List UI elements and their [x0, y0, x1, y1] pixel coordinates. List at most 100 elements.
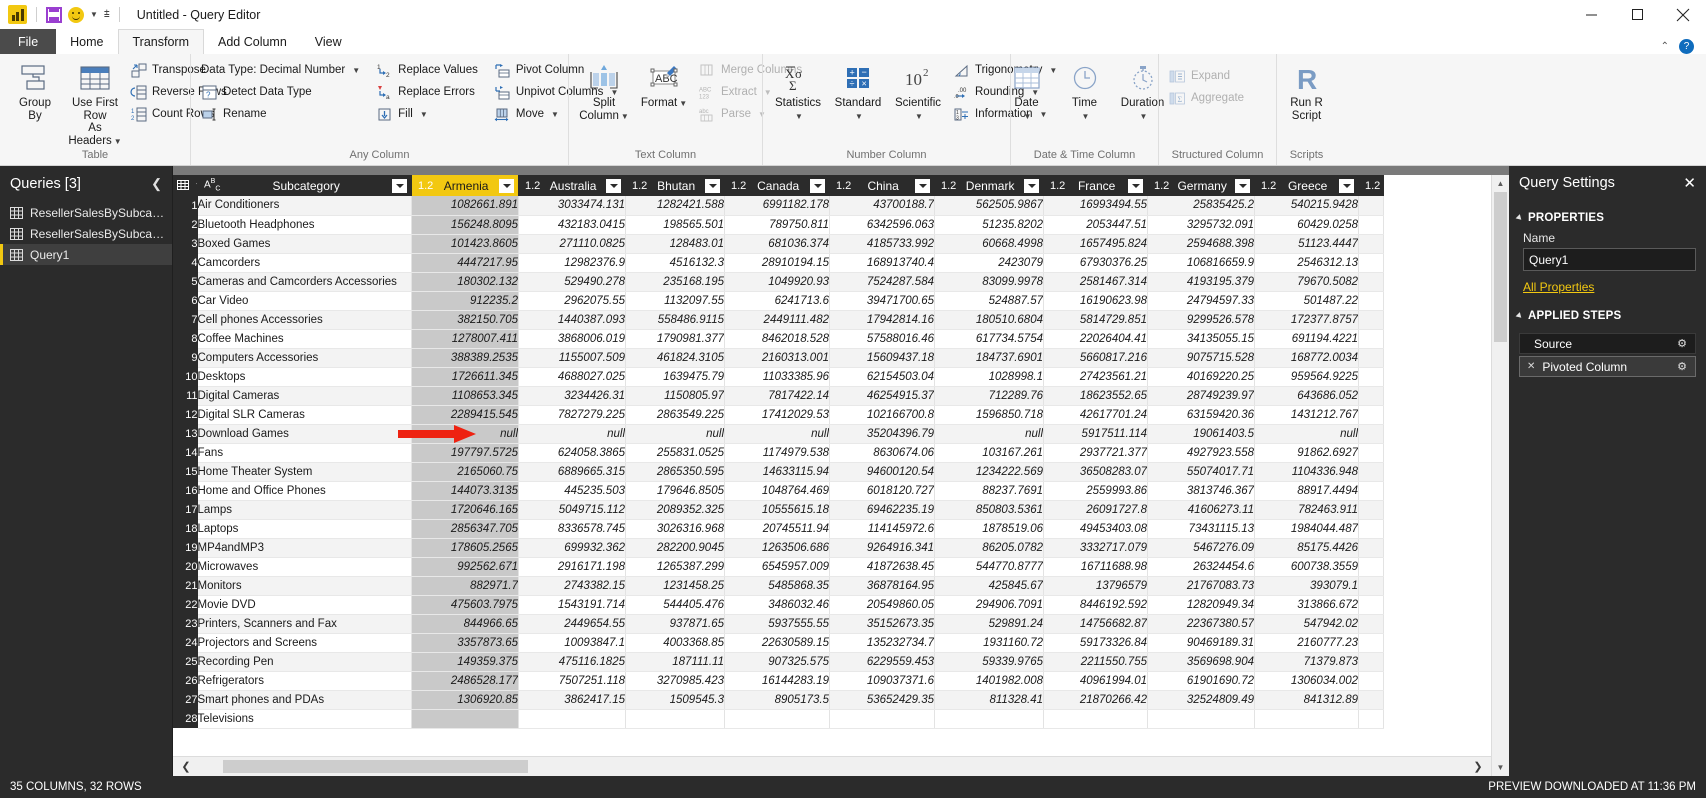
table-cell[interactable]: 1048764.469: [724, 481, 830, 501]
table-cell[interactable]: 2743382.15: [518, 576, 626, 596]
chevron-down-icon[interactable]: ▼: [1492, 759, 1509, 776]
row-number[interactable]: 10: [173, 367, 198, 386]
table-cell[interactable]: [1358, 690, 1384, 710]
table-cell[interactable]: 149359.375: [411, 652, 519, 672]
column-header-france[interactable]: 1.2 France: [1043, 175, 1148, 196]
column-type-icon[interactable]: 1.2: [525, 180, 540, 192]
table-cell[interactable]: 51123.4447: [1254, 234, 1359, 254]
table-cell[interactable]: 40961994.01: [1043, 671, 1148, 691]
table-cell[interactable]: 102166700.8: [829, 405, 935, 425]
table-cell[interactable]: 60668.4998: [934, 234, 1044, 254]
table-cell[interactable]: 79670.5082: [1254, 272, 1359, 292]
table-cell[interactable]: 62154503.04: [829, 367, 935, 387]
row-number[interactable]: 9: [173, 348, 198, 367]
column-filter-icon[interactable]: [705, 178, 720, 193]
table-cell[interactable]: 4447217.95: [411, 253, 519, 273]
table-cell[interactable]: [518, 709, 626, 729]
table-cell[interactable]: 562505.9867: [934, 196, 1044, 216]
table-row[interactable]: 8 Coffee Machines 1278007.411 3868006.019 17…: [173, 329, 1384, 349]
table-cell[interactable]: 1639475.79: [625, 367, 725, 387]
table-cell[interactable]: 3026316.968: [625, 519, 725, 539]
smiley-face-icon[interactable]: [68, 6, 84, 23]
detect-data-type-button[interactable]: ? Detect Data Type: [197, 82, 364, 102]
table-cell[interactable]: 26091727.8: [1043, 500, 1148, 520]
column-header-greece[interactable]: 1.2 Greece: [1254, 175, 1359, 196]
close-icon[interactable]: ✕: [1683, 174, 1696, 192]
table-cell[interactable]: 180510.6804: [934, 310, 1044, 330]
table-cell[interactable]: 4003368.85: [625, 633, 725, 653]
column-filter-icon[interactable]: [1128, 178, 1143, 193]
table-cell[interactable]: 540215.9428: [1254, 196, 1359, 216]
table-row[interactable]: 21 Monitors 882971.7 2743382.15 1231458.25 54…: [173, 576, 1384, 596]
delete-step-icon[interactable]: ✕: [1527, 361, 1535, 372]
table-cell[interactable]: [625, 709, 725, 729]
table-row[interactable]: 16 Home and Office Phones 144073.3135 44523…: [173, 481, 1384, 501]
table-cell[interactable]: 17412029.53: [724, 405, 830, 425]
table-cell[interactable]: 8630674.06: [829, 443, 935, 463]
table-cell[interactable]: 2449111.482: [724, 310, 830, 330]
table-cell[interactable]: 28910194.15: [724, 253, 830, 273]
column-filter-icon[interactable]: [499, 178, 514, 193]
table-cell[interactable]: Download Games: [197, 424, 412, 444]
table-cell[interactable]: Boxed Games: [197, 234, 412, 254]
table-cell[interactable]: 85175.4426: [1254, 538, 1359, 558]
row-number[interactable]: 2: [173, 215, 198, 234]
table-cell[interactable]: 882971.7: [411, 576, 519, 596]
table-cell[interactable]: 35204396.79: [829, 424, 935, 444]
statistics-button[interactable]: X σ Σ Statistics ▼: [769, 58, 827, 123]
table-cell[interactable]: 2289415.545: [411, 405, 519, 425]
chevron-up-icon[interactable]: ⌃: [1661, 41, 1669, 52]
table-cell[interactable]: 2581467.314: [1043, 272, 1148, 292]
table-cell[interactable]: 21870266.42: [1043, 690, 1148, 710]
table-cell[interactable]: 34135055.15: [1147, 329, 1255, 349]
date-button[interactable]: Date ▼: [998, 58, 1056, 123]
table-cell[interactable]: 1931160.72: [934, 633, 1044, 653]
table-cell[interactable]: 2486528.177: [411, 671, 519, 691]
chevron-down-icon[interactable]: ▼: [114, 137, 122, 146]
table-cell[interactable]: Lamps: [197, 500, 412, 520]
row-number[interactable]: 11: [173, 386, 198, 405]
table-cell[interactable]: 4185733.992: [829, 234, 935, 254]
table-cell[interactable]: 811328.41: [934, 690, 1044, 710]
table-cell[interactable]: 101423.8605: [411, 234, 519, 254]
table-cell[interactable]: Car Video: [197, 291, 412, 311]
table-cell[interactable]: 60429.0258: [1254, 215, 1359, 235]
table-cell[interactable]: 2546312.13: [1254, 253, 1359, 273]
row-number[interactable]: 27: [173, 690, 198, 709]
table-cell[interactable]: null: [411, 424, 519, 444]
column-type-icon[interactable]: 1.2: [1154, 180, 1169, 192]
help-icon[interactable]: ?: [1679, 39, 1694, 54]
table-cell[interactable]: 2160777.23: [1254, 633, 1359, 653]
chevron-down-icon[interactable]: ▼: [1024, 112, 1032, 121]
table-cell[interactable]: 172377.8757: [1254, 310, 1359, 330]
column-header-germany[interactable]: 1.2 Germany: [1147, 175, 1255, 196]
table-cell[interactable]: null: [934, 424, 1044, 444]
column-type-icon[interactable]: 1.2: [1365, 180, 1380, 192]
table-cell[interactable]: 425845.67: [934, 576, 1044, 596]
table-cell[interactable]: 22630589.15: [724, 633, 830, 653]
table-cell[interactable]: [829, 709, 935, 729]
table-row[interactable]: 10 Desktops 1726611.345 4688027.025 1639475.…: [173, 367, 1384, 387]
table-cell[interactable]: [1358, 253, 1384, 273]
table-cell[interactable]: 1306920.85: [411, 690, 519, 710]
table-cell[interactable]: 40169220.25: [1147, 367, 1255, 387]
tab-home[interactable]: Home: [56, 29, 117, 54]
table-cell[interactable]: 10555615.18: [724, 500, 830, 520]
table-cell[interactable]: 937871.65: [625, 614, 725, 634]
table-cell[interactable]: 7507251.118: [518, 671, 626, 691]
replace-values-button[interactable]: 1 2 Replace Values: [372, 60, 482, 80]
split-column-button[interactable]: Split Column ▼: [575, 58, 633, 123]
table-cell[interactable]: 617734.5754: [934, 329, 1044, 349]
table-cell[interactable]: 3486032.46: [724, 595, 830, 615]
table-cell[interactable]: 88237.7691: [934, 481, 1044, 501]
tab-add-column[interactable]: Add Column: [204, 29, 301, 54]
table-cell[interactable]: 4516132.3: [625, 253, 725, 273]
query-list-item[interactable]: ResellerSalesBySubcateg...: [0, 223, 172, 244]
table-cell[interactable]: [1358, 310, 1384, 330]
row-number[interactable]: 4: [173, 253, 198, 272]
table-cell[interactable]: 5937555.55: [724, 614, 830, 634]
row-number[interactable]: 7: [173, 310, 198, 329]
chevron-down-icon[interactable]: ▼: [420, 110, 428, 119]
table-cell[interactable]: 103167.261: [934, 443, 1044, 463]
table-cell[interactable]: 26324454.6: [1147, 557, 1255, 577]
